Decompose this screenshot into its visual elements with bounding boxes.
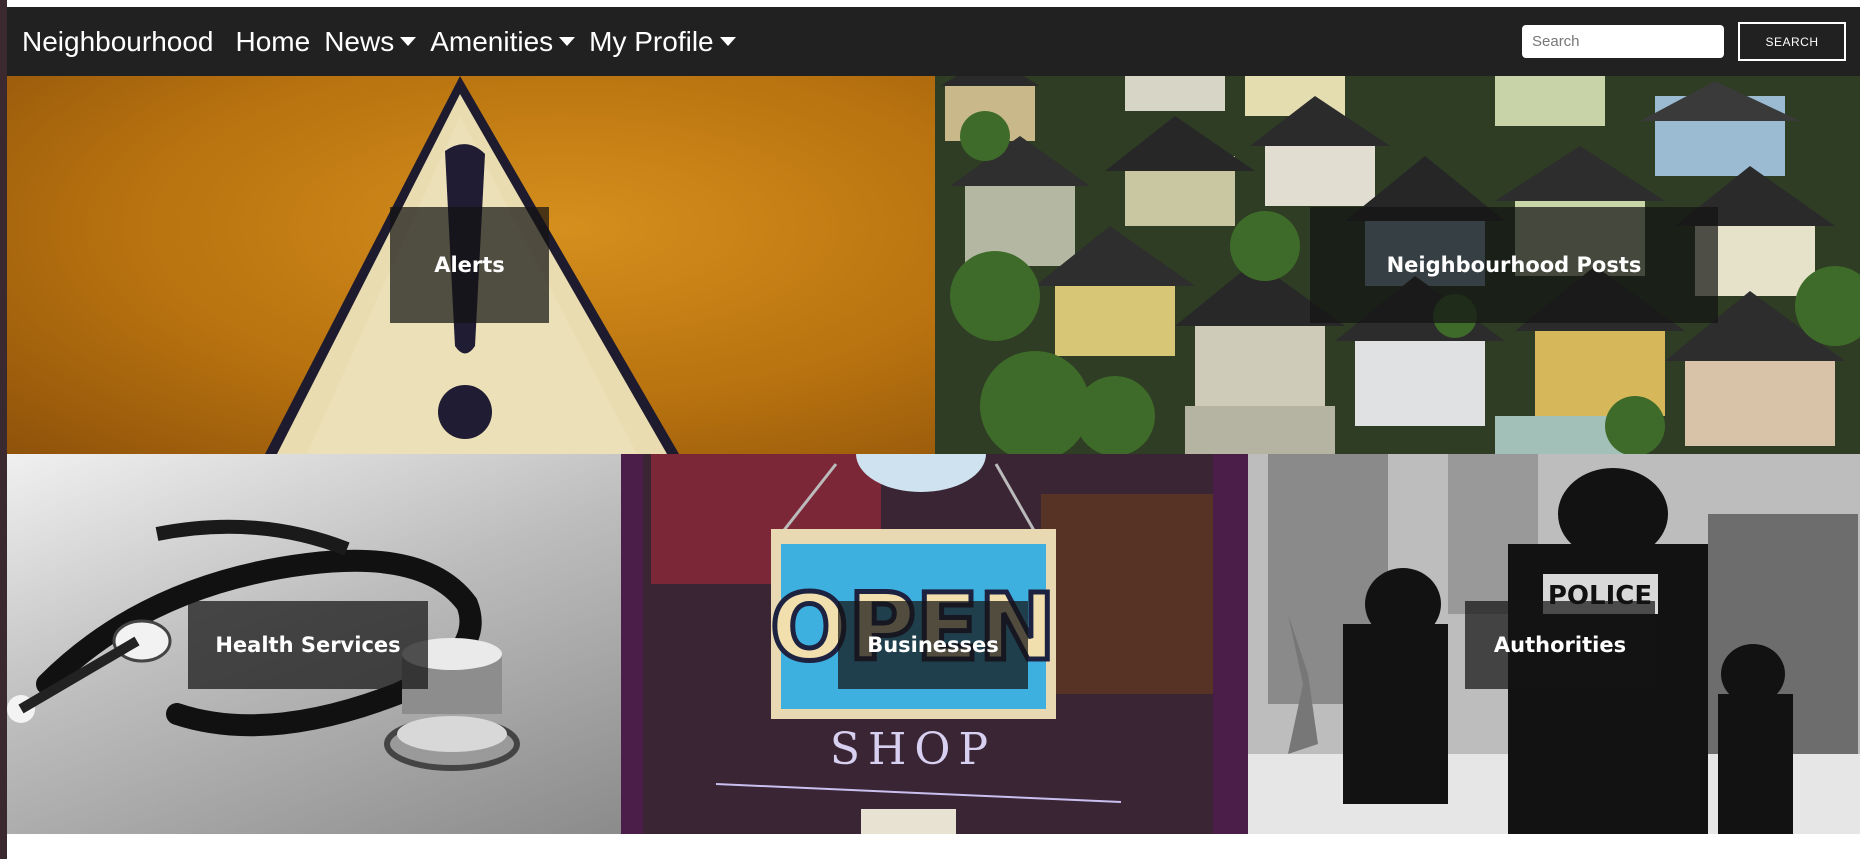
top-navbar: Neighbourhood Home News Amenities My Pro… (7, 7, 1860, 76)
nav-my-profile-dropdown[interactable]: My Profile (589, 25, 736, 58)
tile-neighbourhood-posts-label: Neighbourhood Posts (1310, 207, 1718, 323)
nav-my-profile-label: My Profile (589, 25, 714, 57)
tile-authorities[interactable]: POLICE Authorities (1248, 454, 1860, 834)
shop-window-text: SHOP (830, 724, 996, 775)
tile-businesses[interactable]: OPEN SHOP Businesses (621, 454, 1248, 834)
search-form: SEARCH (1522, 22, 1846, 61)
tile-authorities-label: Authorities (1465, 601, 1655, 689)
brand-link[interactable]: Neighbourhood (22, 26, 214, 58)
nav-amenities-label: Amenities (430, 25, 554, 57)
caret-down-icon (400, 37, 417, 46)
nav-amenities-dropdown[interactable]: Amenities (430, 25, 576, 58)
tile-neighbourhood-posts[interactable]: Neighbourhood Posts (935, 76, 1860, 454)
tile-businesses-label: Businesses (838, 601, 1028, 689)
nav-home-label: Home (235, 25, 311, 57)
search-input[interactable] (1522, 25, 1724, 58)
nav-news-label: News (324, 25, 395, 57)
nav-home[interactable]: Home (236, 26, 311, 58)
page-left-edge (0, 0, 7, 859)
caret-down-icon (559, 37, 576, 46)
nav-news-dropdown[interactable]: News (324, 25, 417, 58)
search-button[interactable]: SEARCH (1738, 22, 1846, 61)
tile-alerts-label: Alerts (390, 207, 549, 323)
tile-alerts[interactable]: Alerts (7, 76, 935, 454)
tile-health-services[interactable]: Health Services (7, 454, 621, 834)
tile-health-services-label: Health Services (188, 601, 428, 689)
caret-down-icon (719, 37, 736, 46)
